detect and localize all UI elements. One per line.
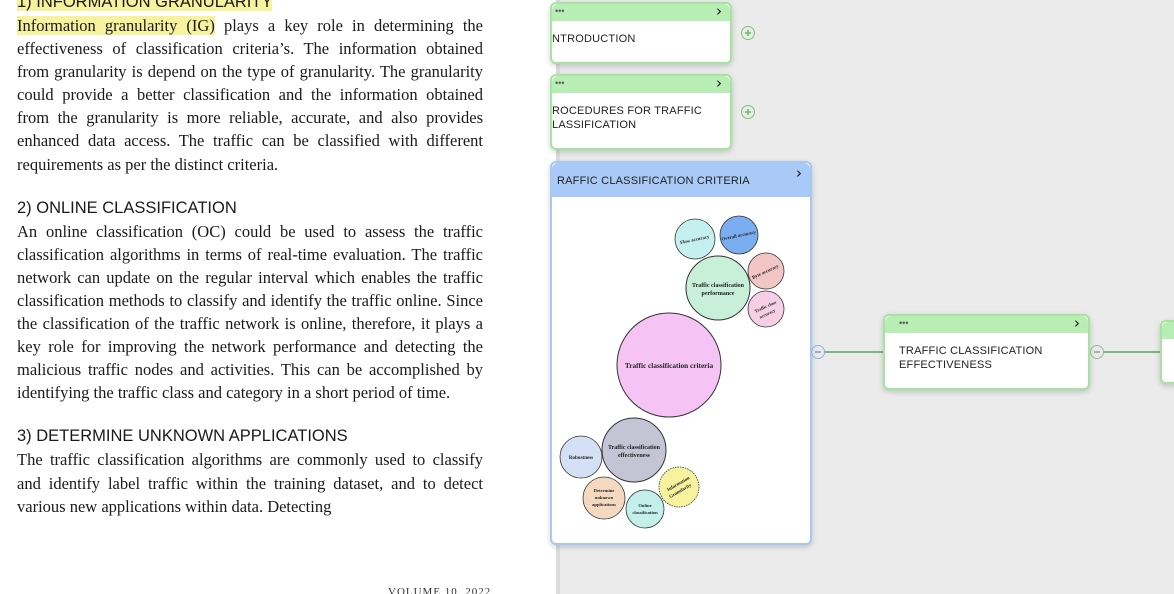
more-dots-icon[interactable]: •••: [555, 6, 564, 16]
node-title: RAFFIC CLASSIFICATION CRITERIA: [557, 175, 750, 187]
node-traffic-classification-criteria[interactable]: › RAFFIC CLASSIFICATION CRITERIA Traffic…: [550, 161, 812, 545]
node-next-partial[interactable]: [1160, 320, 1174, 384]
connector-line: [825, 351, 885, 353]
node-header-bar: ••• ›: [552, 75, 730, 93]
bubble-diagram: Traffic classification criteria Traffic …: [559, 215, 785, 529]
mindmap-canvas[interactable]: ••• › NTRODUCTION ••• › ROCEDURES FOR TR…: [550, 0, 1174, 594]
section-heading-online-classification: 2) ONLINE CLASSIFICATION: [17, 198, 237, 217]
chevron-right-icon[interactable]: ›: [716, 75, 722, 92]
svg-text:applications: applications: [592, 502, 616, 507]
section-heading-unknown-applications: 3) DETERMINE UNKNOWN APPLICATIONS: [17, 427, 348, 446]
svg-text:performance: performance: [702, 291, 735, 297]
connector-line: [1104, 351, 1162, 353]
node-title: ROCEDURES FOR TRAFFIC LASSIFICATION: [552, 105, 703, 131]
node-procedures[interactable]: ••• › ROCEDURES FOR TRAFFIC LASSIFICATIO…: [550, 74, 732, 150]
document-pane[interactable]: 1) INFORMATION GRANULARITY Information g…: [0, 0, 556, 594]
page-footer: VOLUME 10, 2022: [388, 586, 492, 594]
node-header-bar: ••• ›: [552, 3, 730, 21]
svg-text:Determine: Determine: [594, 488, 615, 493]
chevron-right-icon[interactable]: ›: [1074, 315, 1080, 332]
bubble-label: Traffic classification criteria: [625, 361, 714, 370]
highlighted-text[interactable]: Information granularity (IG): [17, 16, 215, 35]
bubble-online-classification: [625, 489, 665, 529]
plus-circle-icon[interactable]: [741, 26, 755, 40]
plus-circle-icon[interactable]: [741, 105, 755, 119]
svg-text:effectiveness: effectiveness: [618, 453, 651, 459]
paragraph-online-classification: An online classification (OC) could be u…: [17, 221, 483, 403]
more-dots-icon[interactable]: •••: [555, 78, 564, 88]
paragraph-information-granularity: Information granularity (IG) plays a key…: [17, 16, 483, 174]
svg-text:Traffic classification: Traffic classification: [692, 283, 745, 289]
svg-text:classification: classification: [632, 510, 658, 515]
node-title: TRAFFIC CLASSIFICATION EFFECTIVENESS: [899, 345, 1043, 371]
minus-circle-icon[interactable]: [811, 345, 825, 359]
more-dots-icon[interactable]: •••: [899, 318, 908, 328]
node-header-bar: ••• ›: [885, 315, 1088, 333]
svg-text:Online: Online: [638, 503, 651, 508]
node-introduction[interactable]: ••• › NTRODUCTION: [550, 2, 732, 64]
section-heading-information-granularity: 1) INFORMATION GRANULARITY: [17, 0, 483, 14]
svg-text:Traffic classification: Traffic classification: [608, 445, 661, 451]
node-title: NTRODUCTION: [552, 33, 636, 45]
document-body: 1) INFORMATION GRANULARITY Information g…: [17, 0, 483, 518]
node-traffic-classification-effectiveness[interactable]: ••• › TRAFFIC CLASSIFICATION EFFECTIVENE…: [883, 314, 1090, 390]
chevron-right-icon[interactable]: ›: [716, 3, 722, 20]
paragraph-unknown-applications: The traffic classification algorithms ar…: [17, 450, 483, 516]
svg-text:unknown: unknown: [595, 495, 614, 500]
svg-text:Robustness: Robustness: [569, 456, 593, 461]
minus-circle-icon[interactable]: [1090, 345, 1104, 359]
chevron-right-icon[interactable]: ›: [796, 165, 802, 182]
